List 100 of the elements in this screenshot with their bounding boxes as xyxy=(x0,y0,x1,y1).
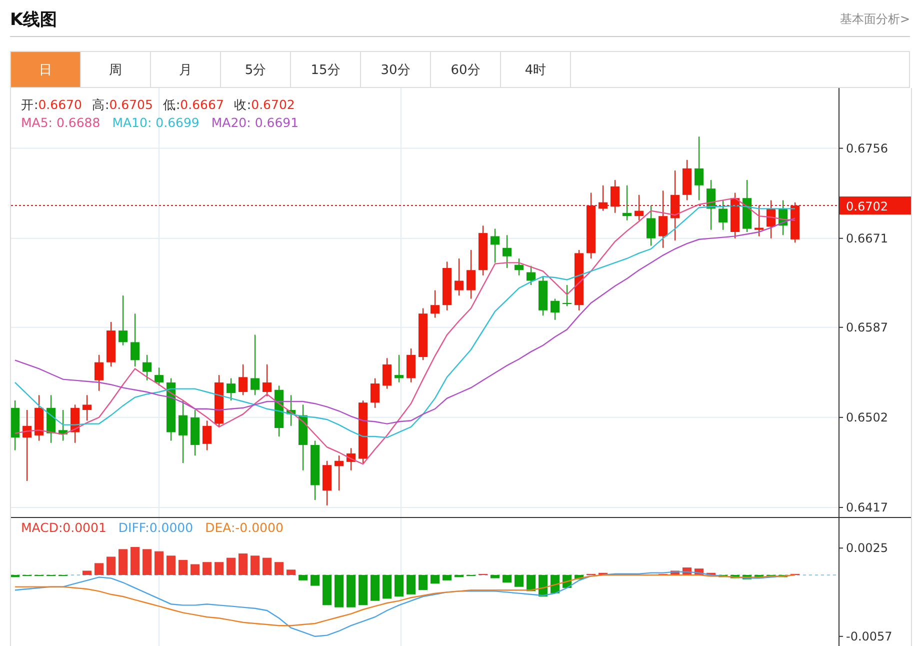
histogram-bar xyxy=(490,575,500,578)
quote-label: 收: xyxy=(234,96,252,114)
candlestick xyxy=(550,298,560,320)
candlestick xyxy=(706,180,716,230)
histogram-bar xyxy=(430,575,440,584)
histogram-bar xyxy=(718,575,728,578)
candlestick xyxy=(154,367,164,386)
histogram-bar xyxy=(11,575,20,578)
histogram-bar xyxy=(286,570,296,575)
candlestick xyxy=(502,234,512,268)
last-price-tag: 0.6702 xyxy=(839,196,911,214)
candlestick xyxy=(94,354,104,392)
histogram-bar xyxy=(274,562,284,575)
histogram-bar xyxy=(346,575,356,608)
histogram-bar xyxy=(778,575,788,578)
candlestick xyxy=(490,228,500,264)
candlestick xyxy=(190,409,200,456)
axis-label: 0.0025 xyxy=(846,541,888,556)
quote-label: 低: xyxy=(162,96,180,114)
histogram-bar xyxy=(766,575,776,578)
candlestick xyxy=(346,448,356,471)
candlestick xyxy=(658,190,668,248)
histogram-bar xyxy=(334,575,344,608)
fundamental-analysis-link[interactable]: 基本面分析> xyxy=(840,10,910,28)
histogram-bar xyxy=(166,556,176,575)
candlestick xyxy=(418,308,428,361)
candlestick xyxy=(574,250,584,311)
candlestick xyxy=(118,295,128,346)
histogram-bar xyxy=(526,575,536,592)
quote-value: 0.6705 xyxy=(109,96,153,114)
axis-label: 0.6671 xyxy=(846,231,888,246)
candlestick xyxy=(286,394,296,426)
candlestick xyxy=(238,364,248,396)
histogram-bar xyxy=(154,551,164,575)
candlestick xyxy=(202,420,212,451)
candlestick xyxy=(622,184,632,221)
candlestick xyxy=(454,258,464,296)
candlestick xyxy=(226,378,236,401)
histogram-bar xyxy=(574,575,584,580)
candlestick xyxy=(406,348,416,383)
histogram-bar xyxy=(94,563,104,575)
candlestick xyxy=(514,258,524,276)
histogram-bar xyxy=(550,575,560,594)
candlestick xyxy=(754,205,764,237)
candlestick xyxy=(334,455,344,491)
quote-label: 高: xyxy=(92,96,110,114)
histogram-bar xyxy=(730,575,740,578)
macd-value: DEA:-0.0000 xyxy=(205,520,284,535)
candlestick xyxy=(11,400,20,451)
histogram-bar xyxy=(250,556,260,575)
candlestick xyxy=(562,284,572,307)
quote-label: 开: xyxy=(21,96,38,114)
histogram-bar xyxy=(214,562,224,575)
candlestick xyxy=(718,200,728,230)
histogram-bar xyxy=(442,575,452,580)
histogram-bar xyxy=(118,549,128,575)
candlestick xyxy=(178,400,188,464)
moving-average-value: MA5: 0.6688 xyxy=(21,114,100,132)
candlestick xyxy=(526,265,536,286)
quote-value: 0.6667 xyxy=(180,96,224,114)
candlestick xyxy=(358,400,368,464)
histogram-bar xyxy=(418,575,428,590)
candlestick xyxy=(670,170,680,241)
histogram-bar xyxy=(130,547,140,575)
histogram-bar xyxy=(310,575,320,586)
histogram-bar xyxy=(190,564,200,575)
candlestick xyxy=(742,180,752,232)
candlestick xyxy=(646,205,656,246)
candlestick xyxy=(370,378,380,408)
histogram-bar xyxy=(742,575,752,580)
axis-label: 0.6756 xyxy=(846,141,888,156)
candlestick xyxy=(250,334,260,396)
candlestick xyxy=(442,261,452,311)
candlestick xyxy=(478,225,488,276)
histogram-bar xyxy=(142,549,152,575)
candlestick xyxy=(130,313,140,368)
candlestick xyxy=(142,354,152,381)
candlestick xyxy=(730,192,740,239)
candlestick xyxy=(34,394,44,442)
candlestick xyxy=(322,460,332,506)
candlestick xyxy=(262,364,272,397)
axis-label: 0.6502 xyxy=(846,410,888,424)
histogram-bar xyxy=(178,560,188,575)
candlestick xyxy=(598,184,608,212)
histogram-bar xyxy=(370,575,380,601)
histogram-bar xyxy=(754,575,764,578)
histogram-bar xyxy=(226,558,236,575)
axis-label: 0.6417 xyxy=(846,500,888,514)
histogram-bar xyxy=(502,575,512,583)
candlestick xyxy=(70,404,80,444)
candlestick xyxy=(634,194,644,221)
histogram-bar xyxy=(598,572,608,575)
candlestick xyxy=(46,394,56,444)
histogram-bar xyxy=(106,556,116,575)
histogram-bar xyxy=(358,575,368,606)
histogram-bar xyxy=(262,558,272,575)
candlestick xyxy=(106,322,116,368)
candlestick xyxy=(394,354,404,383)
histogram-bar xyxy=(238,553,248,575)
moving-average-value: MA20: 0.6691 xyxy=(211,114,299,132)
